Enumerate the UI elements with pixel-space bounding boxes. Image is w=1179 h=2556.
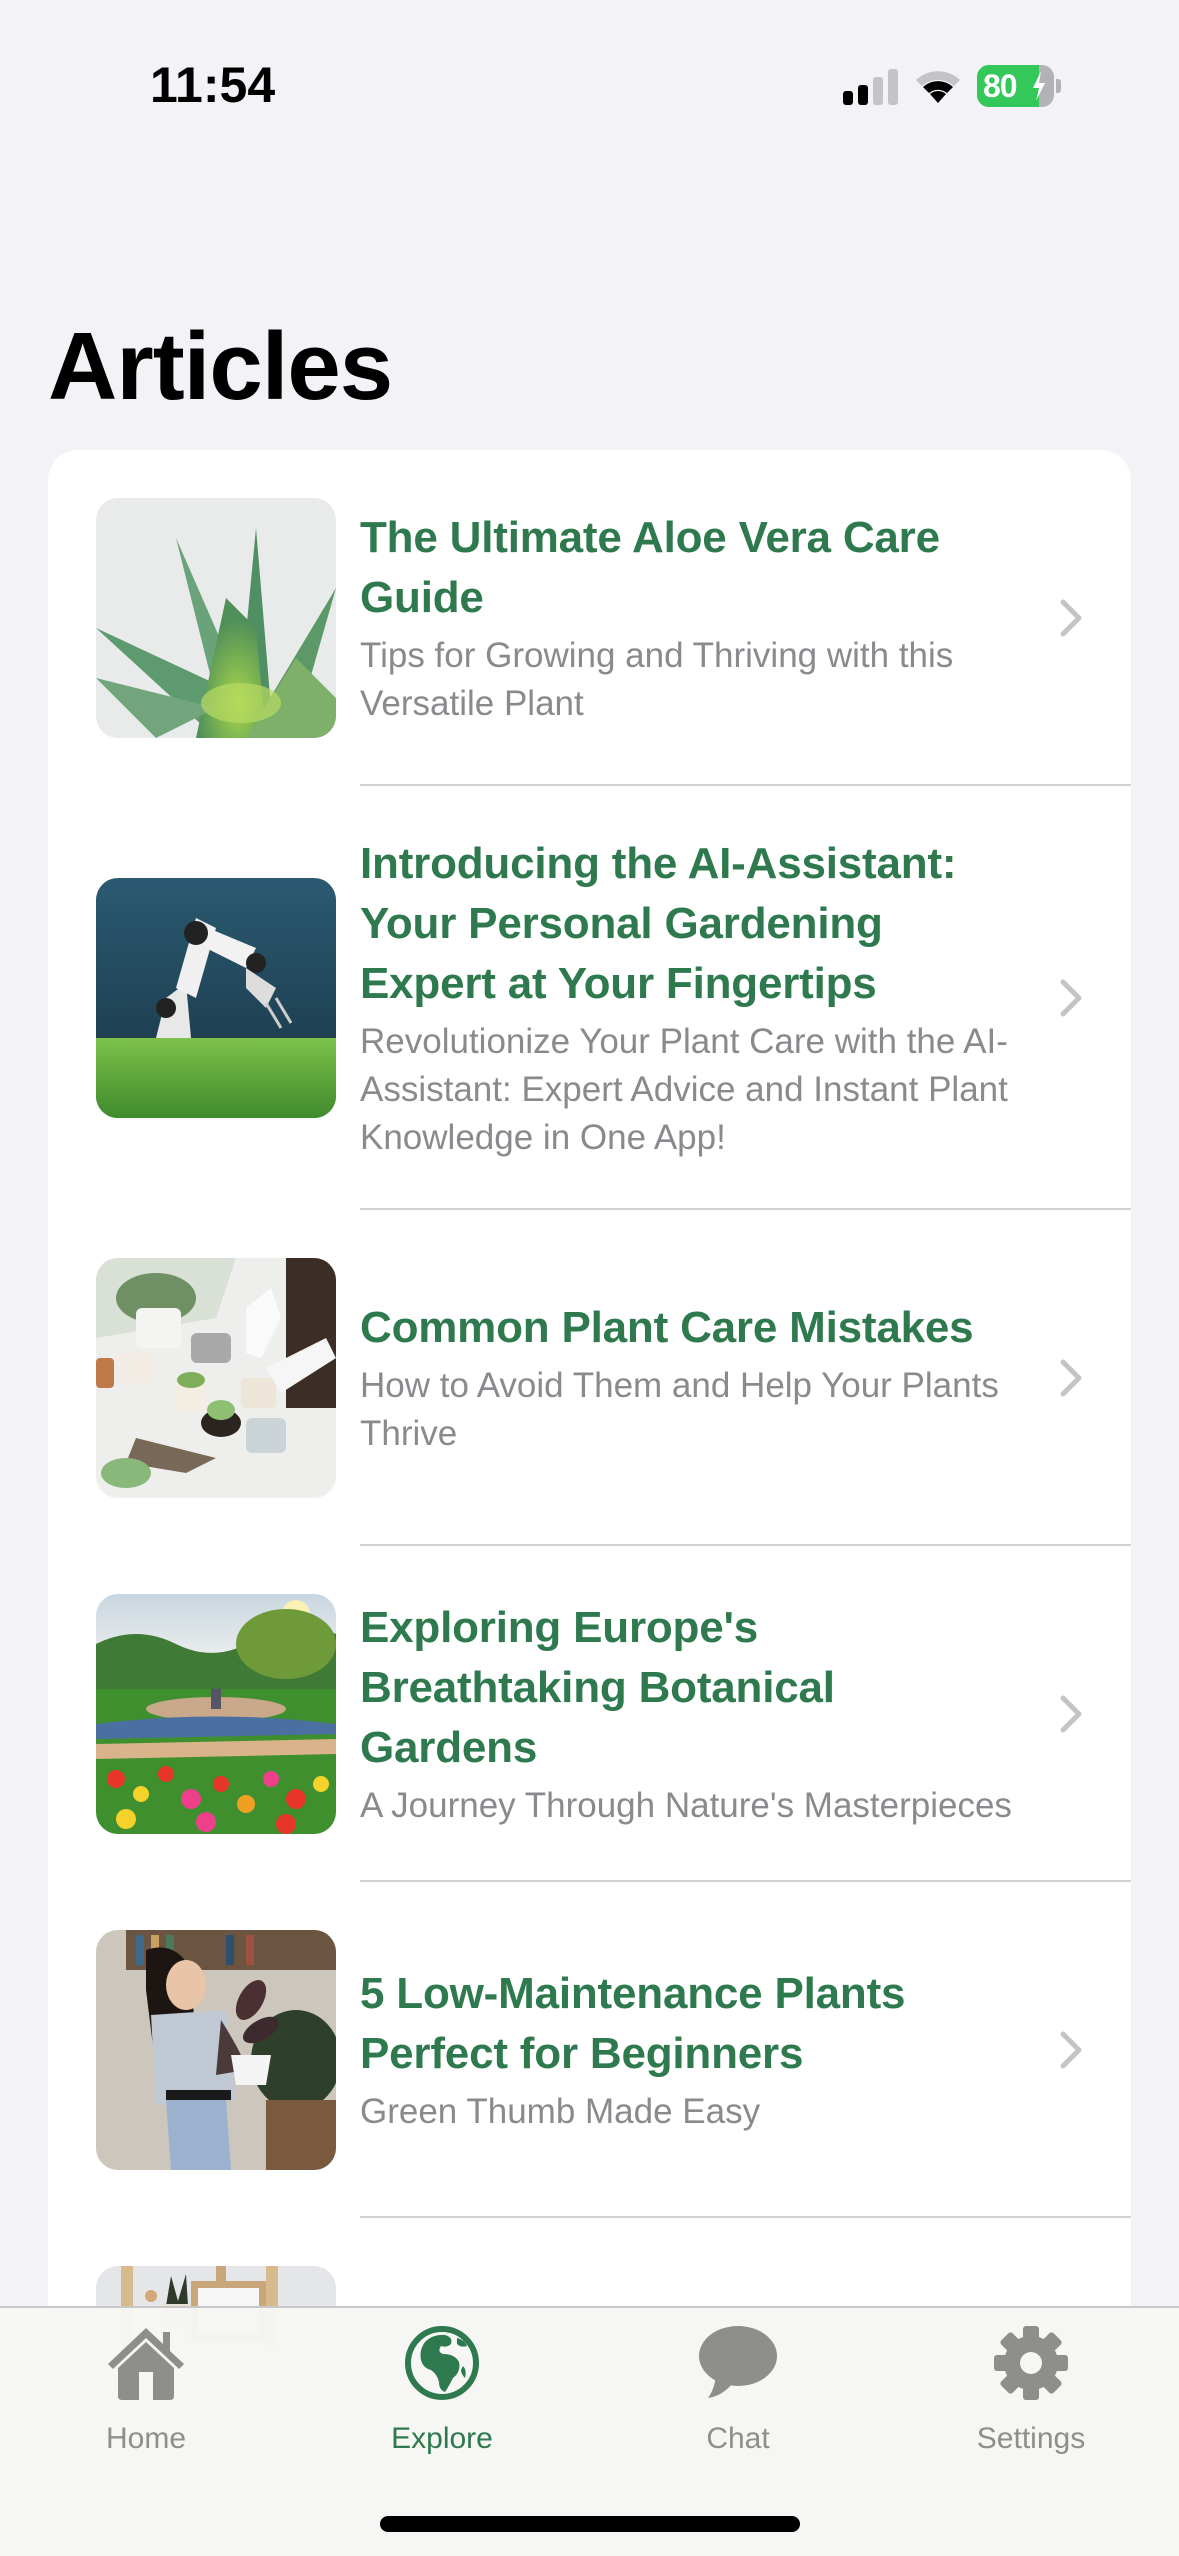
articles-list: The Ultimate Aloe Vera Care Guide Tips f…: [48, 450, 1131, 2350]
tab-settings[interactable]: Settings: [931, 2324, 1131, 2456]
charging-bolt-icon: [1033, 71, 1045, 101]
tab-label: Explore: [391, 2422, 493, 2455]
woman-with-plant-photo: [96, 1930, 336, 2170]
tab-home[interactable]: Home: [46, 2324, 246, 2456]
chevron-right-icon: [1060, 979, 1082, 1017]
chevron-right-icon: [1060, 1359, 1082, 1397]
chevron-right-icon: [1060, 1695, 1082, 1733]
article-title: Common Plant Care Mistakes: [360, 1303, 974, 1352]
article-row[interactable]: Common Plant Care Mistakes How to Avoid …: [48, 1210, 1131, 1546]
status-bar: 11:54 80: [0, 0, 1179, 140]
article-row[interactable]: Introducing the AI-Assistant: Your Perso…: [48, 786, 1131, 1210]
article-text: The Ultimate Aloe Vera Care Guide Tips f…: [336, 508, 1131, 728]
tab-label: Home: [105, 2422, 187, 2455]
aloe-vera-photo: [96, 498, 336, 738]
battery-cap: [1056, 79, 1061, 93]
wifi-icon: [916, 71, 960, 103]
house-icon: [104, 2324, 188, 2402]
article-thumbnail: [96, 498, 336, 738]
tab-explore[interactable]: Explore: [342, 2324, 542, 2456]
tab-label: Settings: [976, 2422, 1086, 2455]
gear-icon: [989, 2324, 1073, 2402]
article-row[interactable]: 5 Low-Maintenance Plants Perfect for Beg…: [48, 1882, 1131, 2218]
article-subtitle: How to Avoid Them and Help Your Plants T…: [360, 1366, 999, 1453]
battery-percent: 80: [983, 68, 1018, 104]
article-thumbnail: [96, 1930, 336, 2170]
globe-icon: [400, 2324, 484, 2402]
article-subtitle: A Journey Through Nature's Masterpieces: [360, 1786, 1012, 1825]
battery-icon: 80: [977, 65, 1061, 107]
page-title: Articles: [48, 313, 393, 420]
article-subtitle: Revolutionize Your Plant Care with the A…: [360, 1022, 1008, 1157]
status-icons: 80: [843, 64, 1061, 108]
article-text: Introducing the AI-Assistant: Your Perso…: [336, 834, 1131, 1162]
article-thumbnail: [96, 1258, 336, 1498]
article-row[interactable]: The Ultimate Aloe Vera Care Guide Tips f…: [48, 450, 1131, 786]
article-title: Exploring Europe's Breathtaking Botanica…: [360, 1603, 835, 1772]
article-text: Common Plant Care Mistakes How to Avoid …: [336, 1298, 1131, 1458]
chevron-right-icon: [1060, 599, 1082, 637]
article-thumbnail: [96, 1594, 336, 1834]
article-title: 5 Low-Maintenance Plants Perfect for Beg…: [360, 1969, 906, 2078]
tab-chat[interactable]: Chat: [638, 2324, 838, 2456]
potting-succulents-photo: [96, 1258, 336, 1498]
article-title: Introducing the AI-Assistant: Your Perso…: [360, 839, 957, 1008]
chat-bubble-icon: [696, 2324, 780, 2402]
article-title: The Ultimate Aloe Vera Care Guide: [360, 513, 940, 622]
botanical-garden-photo: [96, 1594, 336, 1834]
article-subtitle: Tips for Growing and Thriving with this …: [360, 636, 954, 723]
chevron-right-icon: [1060, 2031, 1082, 2069]
article-row[interactable]: Exploring Europe's Breathtaking Botanica…: [48, 1546, 1131, 1882]
article-text: 5 Low-Maintenance Plants Perfect for Beg…: [336, 1964, 1131, 2136]
tab-label: Chat: [706, 2422, 770, 2455]
cellular-signal-icon: [843, 67, 899, 105]
robot-arm-photo: [96, 878, 336, 1118]
home-indicator[interactable]: [380, 2516, 800, 2532]
article-thumbnail: [96, 878, 336, 1118]
article-text: Exploring Europe's Breathtaking Botanica…: [336, 1598, 1131, 1830]
status-time: 11:54: [150, 57, 276, 113]
article-subtitle: Green Thumb Made Easy: [360, 2092, 761, 2131]
